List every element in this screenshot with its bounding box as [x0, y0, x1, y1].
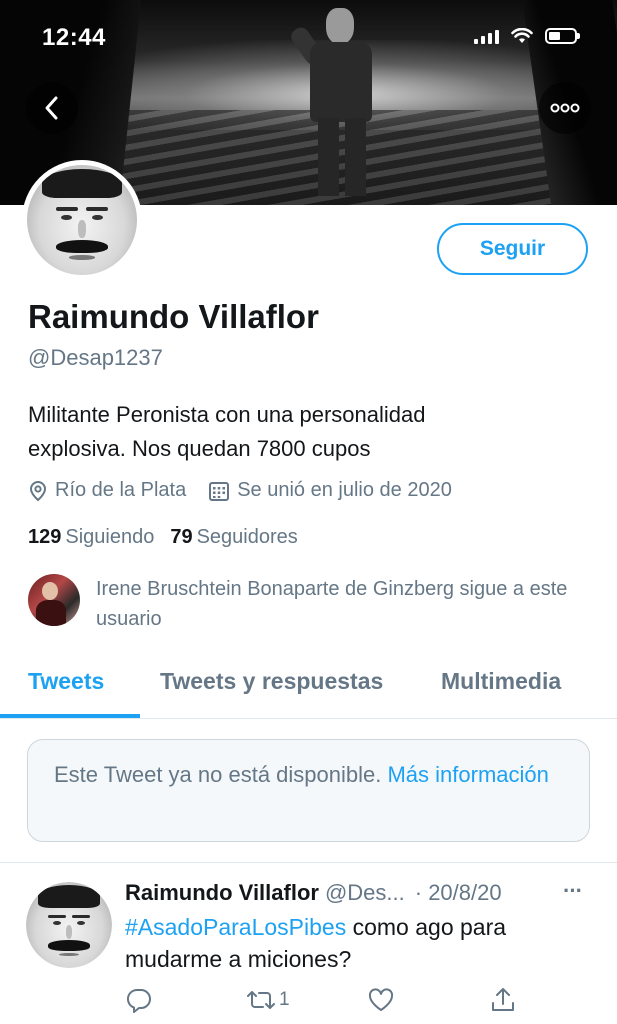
share-button[interactable] — [489, 986, 517, 1014]
retweet-icon — [247, 991, 275, 1009]
back-button[interactable] — [26, 82, 78, 134]
figure-legs — [318, 118, 366, 196]
location-text: Río de la Plata — [55, 479, 187, 501]
heart-icon — [368, 988, 394, 1011]
followers-label: Seguidores — [196, 526, 298, 548]
followers-count: 79 — [170, 526, 193, 548]
profile-display-name: Raimundo Villaflor — [28, 298, 319, 335]
profile-handle: @Desap1237 — [28, 345, 163, 370]
retweet-count: 1 — [279, 989, 290, 1010]
tab-media[interactable]: Multimedia — [441, 668, 561, 695]
followed-by-row[interactable]: Irene Bruschtein Bonaparte de Ginzberg s… — [28, 574, 586, 634]
profile-avatar[interactable] — [22, 160, 142, 280]
following-link[interactable]: 129 Siguiendo — [28, 526, 154, 549]
retweet-button[interactable]: 1 — [245, 986, 290, 1014]
battery-icon — [545, 28, 580, 44]
profile-meta: Río de la Plata Se unió en julio de 2020 — [28, 479, 474, 502]
more-info-link[interactable]: Más información — [387, 762, 548, 787]
location-pin-icon — [29, 480, 47, 501]
profile-joined: Se unió en julio de 2020 — [208, 479, 452, 502]
tweet-hashtag[interactable]: #AsadoParaLosPibes — [125, 914, 346, 940]
active-tab-indicator — [0, 714, 140, 718]
following-label: Siguiendo — [65, 526, 155, 548]
chevron-left-icon — [45, 96, 58, 120]
ellipsis-icon — [550, 103, 580, 113]
avatar-image — [27, 165, 137, 275]
following-count: 129 — [28, 526, 62, 548]
tweet-author-handle[interactable]: @Des... — [325, 880, 405, 905]
tab-tweets-and-replies[interactable]: Tweets y respuestas — [160, 668, 383, 695]
profile-stats: 129 Siguiendo 79 Seguidores — [28, 526, 298, 549]
unavailable-text: Este Tweet ya no está disponible. — [54, 762, 388, 787]
unavailable-tweet-notice: Este Tweet ya no está disponible. Más in… — [27, 739, 590, 842]
wifi-icon — [511, 28, 533, 43]
tweet-author-avatar[interactable] — [26, 882, 112, 968]
tweet-date[interactable]: · 20/8/20 — [415, 880, 502, 905]
reply-icon — [126, 988, 151, 1013]
status-time: 12:44 — [42, 24, 106, 51]
tweet-text: #AsadoParaLosPibes como ago para mudarme… — [125, 911, 565, 975]
joined-text: Se unió en julio de 2020 — [237, 479, 452, 501]
profile-location: Río de la Plata — [28, 479, 186, 502]
cellular-signal-icon — [474, 28, 499, 44]
followed-by-text: Irene Bruschtein Bonaparte de Ginzberg s… — [96, 578, 568, 630]
bio-line-1: Militante Peronista con una personalidad — [28, 402, 426, 427]
figure-head — [326, 8, 354, 44]
figure-body — [310, 42, 372, 122]
status-icons — [474, 28, 580, 44]
more-options-button[interactable] — [539, 82, 591, 134]
banner-figure — [288, 8, 386, 205]
tweet-actions: 1 — [125, 986, 525, 1016]
tweet-author-name[interactable]: Raimundo Villaflor — [125, 880, 319, 905]
follower-avatar — [28, 574, 80, 626]
tweet-avatar-image — [26, 882, 112, 968]
profile-tabs: Tweets Tweets y respuestas Multimedia — [0, 648, 617, 719]
followers-link[interactable]: 79 Seguidores — [170, 526, 297, 549]
like-button[interactable] — [367, 986, 395, 1014]
profile-bio: Militante Peronista con una personalidad… — [28, 398, 548, 466]
tweet-divider — [0, 862, 617, 863]
follow-button[interactable]: Seguir — [437, 223, 588, 275]
calendar-icon — [209, 481, 230, 501]
bio-line-2: explosiva. Nos quedan 7800 cupos — [28, 436, 371, 461]
tab-tweets[interactable]: Tweets — [28, 668, 104, 695]
tweet-more-button[interactable]: ··· — [563, 878, 583, 904]
share-icon — [492, 988, 514, 1011]
tweet-header: Raimundo Villaflor @Des... · 20/8/20 — [125, 880, 595, 910]
reply-button[interactable] — [125, 986, 153, 1014]
